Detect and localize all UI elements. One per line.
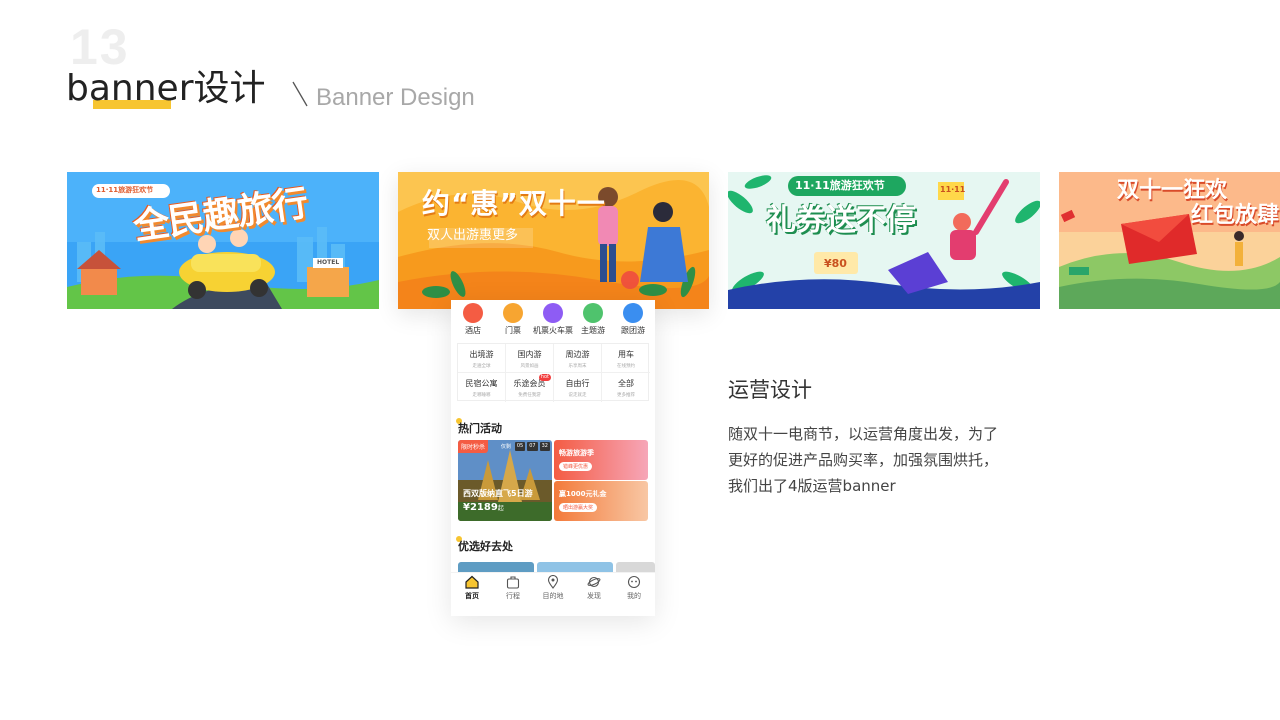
nav-icon-label: 酒店: [465, 326, 481, 335]
diamond-icon: [583, 303, 603, 323]
banner-coupons-art: [728, 172, 1040, 309]
grid-item-homestay[interactable]: 民宿公寓 走哪睡哪: [458, 373, 506, 402]
suitcase-icon: [506, 576, 520, 589]
countdown-timer: 仅剩 05 07 32: [499, 442, 550, 451]
tab-destination[interactable]: 目的地: [538, 575, 568, 601]
grid-item-subtitle: 在线预约: [616, 363, 635, 369]
phone-mockup: 酒店 门票 机票火车票 主题游 跟团游 出境游 走遍全球 国内游 风景如画 周边…: [451, 300, 655, 616]
promo-card-button: 错峰更优惠: [559, 462, 593, 471]
location-pin-icon: [547, 575, 559, 589]
service-grid: 出境游 走遍全球 国内游 风景如画 周边游 乐享周末 用车 在线预约 民宿公寓 …: [457, 343, 650, 402]
nav-icon-group-tour[interactable]: 跟团游: [613, 300, 653, 336]
flash-sale-tag: 限时秒杀: [458, 440, 489, 453]
section-title-destinations: 优选好去处: [458, 540, 513, 553]
nav-icon-theme-tour[interactable]: 主题游: [573, 300, 613, 336]
banner-double11-couple[interactable]: 约“惠”双十一 双人出游惠更多: [398, 172, 709, 309]
grid-item-nearby[interactable]: 周边游 乐享周末: [554, 344, 602, 373]
banner-2-subline: 双人出游惠更多: [427, 228, 519, 243]
planet-icon: [587, 576, 601, 588]
nav-icon-ticket[interactable]: 门票: [493, 300, 533, 336]
banner-4-headline2: 红包放肆: [1191, 203, 1280, 228]
flash-sale-price-value: ¥2189: [463, 502, 498, 513]
flash-sale-title: 西双版纳直飞5日游: [463, 489, 533, 498]
nav-icon-label: 主题游: [581, 326, 605, 335]
promo-card-title: 畅游旅游季: [559, 449, 594, 457]
countdown-minutes: 07: [527, 442, 538, 451]
tab-label: 行程: [506, 592, 520, 600]
ticket-icon: [503, 303, 523, 323]
grid-item-membership[interactable]: hot 乐途会员 免费任我游: [506, 373, 554, 402]
banner-red-envelope[interactable]: 双十一狂欢 红包放肆: [1059, 172, 1280, 309]
promo-card-cash-gift[interactable]: 赢1000元礼金 晒出游赢大奖: [554, 481, 648, 521]
category-icon-row: 酒店 门票 机票火车票 主题游 跟团游: [451, 300, 655, 344]
grid-item-subtitle: 风景如画: [520, 363, 539, 369]
tab-itinerary[interactable]: 行程: [498, 575, 528, 601]
plane-icon: [543, 303, 563, 323]
page-title: banner设计: [66, 68, 266, 109]
grid-item-subtitle: 免费任我游: [518, 392, 541, 398]
grid-item-title: 用车: [618, 350, 634, 359]
grid-item-title: 出境游: [469, 350, 494, 359]
section-title-hot: 热门活动: [458, 422, 502, 435]
flag-icon: [623, 303, 643, 323]
hotel-icon: [463, 303, 483, 323]
grid-item-subtitle: 乐享周末: [568, 363, 587, 369]
banner-coupons[interactable]: 11·11旅游狂欢节 礼券送不停 ¥80 11·11: [728, 172, 1040, 309]
banner-4-headline: 双十一狂欢: [1117, 178, 1228, 203]
grid-item-all[interactable]: 全部 更多推荐: [602, 373, 650, 402]
nav-icon-label: 门票: [505, 326, 521, 335]
tab-discover[interactable]: 发现: [579, 575, 609, 601]
grid-item-title: 自由行: [565, 379, 590, 388]
nav-icon-hotel[interactable]: 酒店: [453, 300, 493, 336]
grid-item-free-travel[interactable]: 自由行 说走就走: [554, 373, 602, 402]
grid-item-outbound[interactable]: 出境游 走遍全球: [458, 344, 506, 373]
grid-item-title: 全部: [618, 379, 634, 388]
banner-3-tag: 11·11旅游狂欢节: [795, 179, 885, 192]
grid-item-domestic[interactable]: 国内游 风景如画: [506, 344, 554, 373]
banner-3-headline: 礼券送不停: [766, 203, 916, 238]
banner-1-tag: 11·11旅游狂欢节: [96, 186, 154, 194]
page-subtitle: Banner Design: [316, 84, 475, 111]
grid-item-subtitle: 走遍全球: [472, 363, 491, 369]
promo-card-button: 晒出游赢大奖: [559, 503, 598, 512]
banner-3-coupon-tag: 11·11: [940, 185, 966, 194]
countdown-seconds: 32: [539, 442, 550, 451]
grid-item-subtitle: 说走就走: [568, 392, 587, 398]
grid-item-title: 民宿公寓: [465, 379, 498, 388]
tab-home[interactable]: 首页: [457, 575, 487, 601]
title-divider-slash: [292, 81, 308, 107]
home-icon: [465, 575, 479, 589]
nav-icon-label: 跟团游: [621, 326, 645, 335]
nav-icon-label: 机票火车票: [533, 326, 573, 335]
operation-description: 随双十一电商节，以运营角度出发，为了更好的促进产品购买率，加强氛围烘托，我们出了…: [728, 425, 999, 495]
tab-label: 发现: [587, 592, 601, 600]
nav-icon-flight-train[interactable]: 机票火车票: [533, 300, 573, 336]
tab-mine[interactable]: 我的: [619, 575, 649, 601]
promo-card-travel-season[interactable]: 畅游旅游季 错峰更优惠: [554, 440, 648, 480]
bottom-tab-bar: 首页 行程 目的地 发现 我的: [451, 572, 655, 616]
page-title-group: banner设计: [66, 66, 266, 116]
grid-item-subtitle: 走哪睡哪: [472, 392, 491, 398]
grid-item-subtitle: 更多推荐: [616, 392, 635, 398]
flash-sale-price-suffix: 起: [497, 505, 504, 512]
countdown-label: 仅剩: [500, 444, 511, 450]
countdown-hours: 05: [514, 442, 526, 451]
grid-item-title: 周边游: [565, 350, 590, 359]
promo-card-title: 赢1000元礼金: [559, 490, 607, 498]
flash-sale-price: ¥2189起: [463, 502, 504, 513]
banner-2-headline: 约“惠”双十一: [422, 187, 606, 220]
profile-icon: [627, 575, 641, 589]
grid-item-title: 国内游: [517, 350, 542, 359]
flash-sale-card[interactable]: 限时秒杀 仅剩 05 07 32 西双版纳直飞5日游 ¥2189起: [458, 440, 552, 521]
banner-national-travel[interactable]: 11·11旅游狂欢节 全民趣旅行 HOTEL: [67, 172, 379, 309]
tab-label: 目的地: [542, 592, 564, 600]
tab-label: 我的: [627, 592, 641, 600]
tab-label: 首页: [465, 592, 479, 600]
grid-item-car[interactable]: 用车 在线预约: [602, 344, 650, 373]
page-number: 13: [70, 19, 130, 75]
operation-title: 运营设计: [728, 378, 812, 402]
banner-3-coupon: ¥80: [824, 257, 847, 270]
hot-badge: hot: [538, 374, 551, 381]
banner-1-hotel-sign: HOTEL: [317, 259, 340, 266]
